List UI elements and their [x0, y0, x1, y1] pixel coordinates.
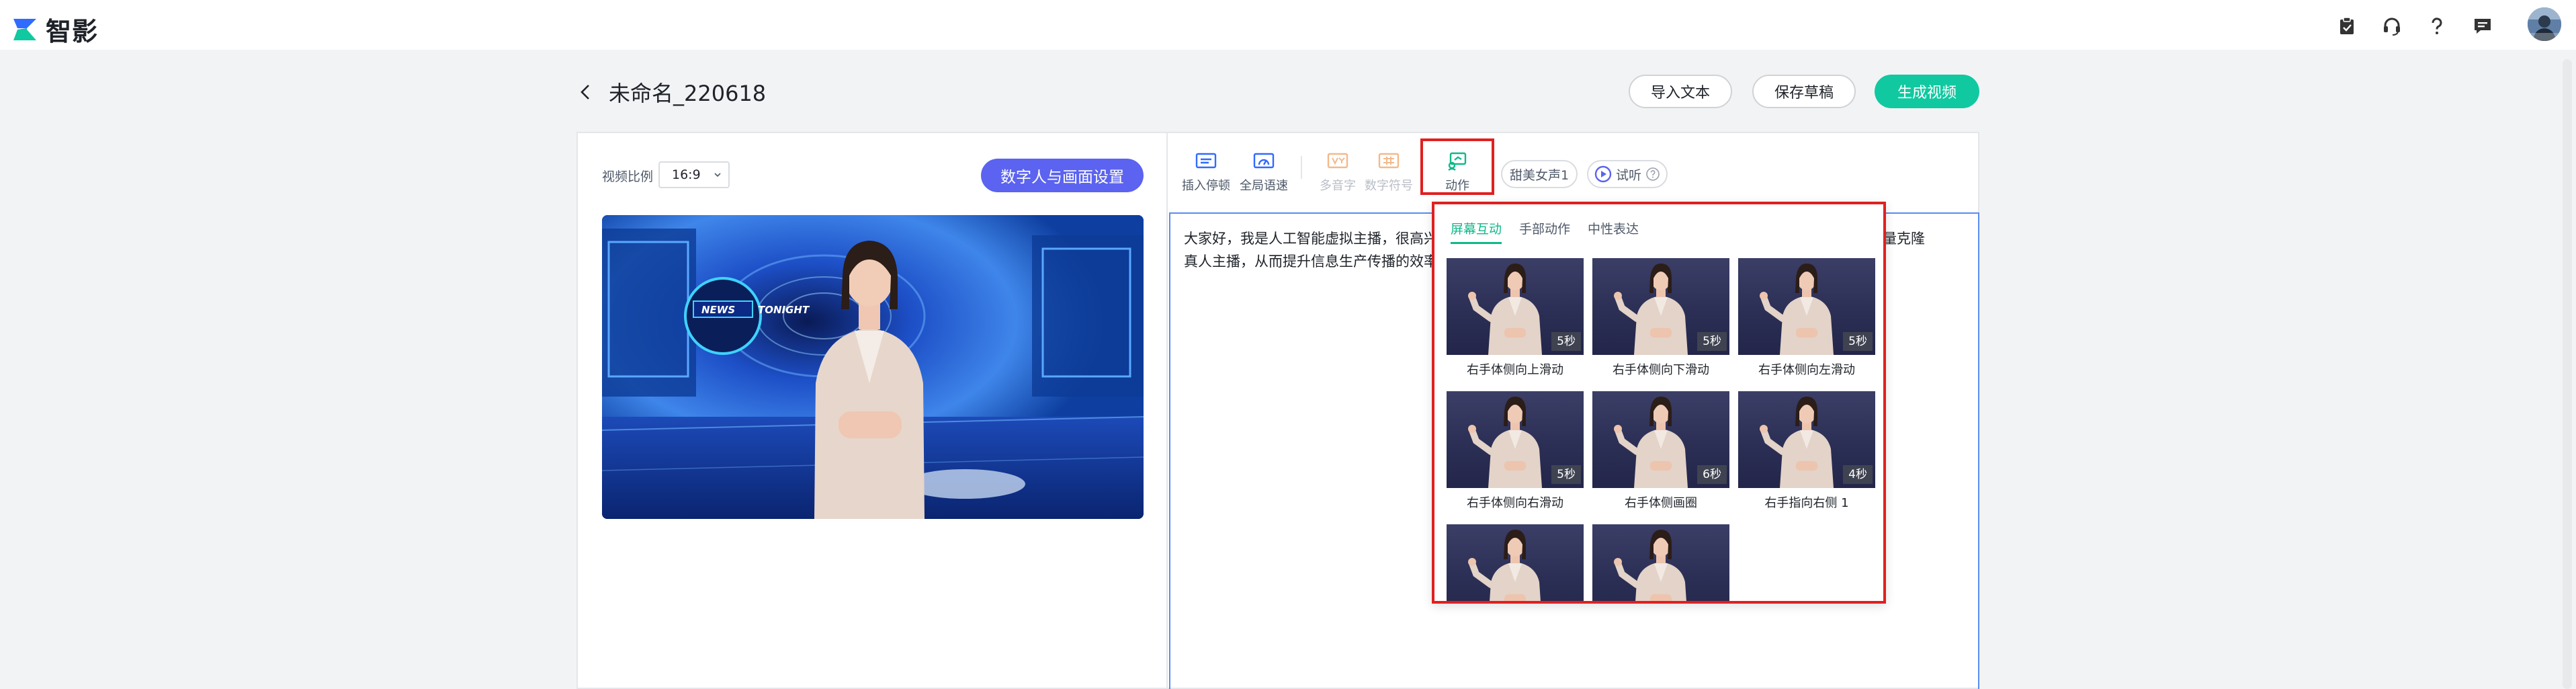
listen-button[interactable]: 试听: [1587, 160, 1668, 188]
tab-neutral-expression[interactable]: 中性表达: [1588, 219, 1639, 237]
action-label: 右手指向右侧 1: [1764, 496, 1849, 510]
number-symbol-tool[interactable]: 数字符号: [1359, 152, 1419, 194]
action-thumbnail: 6秒: [1592, 391, 1729, 488]
action-item[interactable]: 4秒右手指向右侧 1: [1738, 391, 1875, 511]
global-speed-label: 全局语速: [1240, 179, 1288, 193]
action-item[interactable]: [1447, 524, 1584, 601]
action-label: 右手体侧向左滑动: [1758, 363, 1855, 377]
tab-hand-actions[interactable]: 手部动作: [1519, 219, 1570, 237]
help-circle-icon[interactable]: [1645, 167, 1660, 181]
tab-screen-interaction[interactable]: 屏幕互动: [1451, 219, 1502, 237]
action-item[interactable]: 6秒 右手体侧画圈: [1592, 391, 1729, 511]
action-duration-badge: 6秒: [1697, 465, 1727, 484]
action-label: 右手体侧画圈: [1625, 496, 1697, 510]
insert-pause-icon: [1195, 153, 1217, 169]
preview-news-text: NEWS: [701, 304, 735, 316]
action-thumbnail: [1447, 524, 1584, 601]
page-scrollbar[interactable]: [2563, 59, 2572, 689]
action-item[interactable]: 5秒右手体侧向左滑动: [1738, 258, 1875, 378]
app-logo[interactable]: 智影: [11, 11, 98, 48]
polyphone-icon: [1327, 153, 1348, 169]
document-title[interactable]: 未命名_220618: [609, 77, 766, 108]
action-label: 右手体侧向下滑动: [1613, 363, 1709, 377]
app-name: 智影: [46, 17, 99, 46]
top-header: 智影: [0, 0, 2576, 50]
insert-pause-tool[interactable]: 插入停顿: [1176, 152, 1236, 194]
action-item[interactable]: [1592, 524, 1729, 601]
avatar-image: [2528, 7, 2561, 41]
video-preview[interactable]: NEWS TONIGHT: [602, 215, 1144, 519]
chevron-left-icon: [581, 85, 589, 99]
message-icon[interactable]: [2473, 16, 2493, 36]
number-symbol-icon: [1378, 153, 1400, 169]
action-duration-badge: 5秒: [1551, 465, 1581, 484]
headset-icon[interactable]: [2382, 16, 2402, 36]
script-line-1: 大家好，我是人工智能虚拟主播，很高兴: [1184, 231, 1438, 247]
news-studio-scene: NEWS TONIGHT: [602, 215, 1144, 519]
help-icon[interactable]: [2427, 16, 2447, 36]
listen-label: 试听: [1615, 167, 1641, 183]
voice-select[interactable]: 甜美女声1: [1501, 160, 1578, 188]
action-label: 右手体侧向上滑动: [1467, 363, 1563, 377]
action-picker-popup: 屏幕互动 手部动作 中性表达 5秒 右手体侧向上滑动 5秒 右手体侧向下滑动 5秒 右手体…: [1432, 202, 1886, 604]
action-label: 右手体侧向右滑动: [1467, 496, 1563, 510]
active-tab-indicator: [1451, 242, 1502, 244]
preview-pane: 视频比例 16:9 数字人与画面设置 NEWS TONIGHT: [578, 133, 1168, 689]
user-avatar[interactable]: [2528, 7, 2561, 41]
preview-tonight-text: TONIGHT: [758, 304, 810, 316]
generate-video-button[interactable]: 生成视频: [1875, 75, 1979, 108]
chevron-down-icon: [714, 173, 721, 177]
action-thumbnail: 5秒: [1738, 258, 1875, 355]
action-thumbnail: [1592, 524, 1729, 601]
import-text-button[interactable]: 导入文本: [1629, 75, 1732, 108]
action-duration-badge: 5秒: [1551, 332, 1581, 351]
clipboard-check-icon[interactable]: [2337, 16, 2357, 36]
global-speed-tool[interactable]: 全局语速: [1234, 152, 1294, 194]
ratio-value: 16:9: [672, 167, 701, 182]
zhiying-logo-icon: [13, 18, 36, 40]
action-duration-badge: 5秒: [1843, 332, 1873, 351]
back-button[interactable]: [576, 81, 594, 104]
number-symbol-label: 数字符号: [1365, 179, 1413, 193]
action-thumbnail: 4秒: [1738, 391, 1875, 488]
action-duration-badge: 5秒: [1697, 332, 1727, 351]
play-circle-icon: [1594, 165, 1612, 183]
action-duration-badge: 4秒: [1843, 465, 1873, 484]
polyphone-label: 多音字: [1320, 179, 1356, 193]
action-thumbnail: 5秒: [1447, 258, 1584, 355]
ratio-select[interactable]: 16:9: [658, 161, 730, 188]
ratio-label: 视频比例: [602, 169, 654, 184]
action-item[interactable]: 5秒右手体侧向上滑动: [1447, 258, 1584, 378]
action-tool-highlight: [1420, 138, 1494, 195]
insert-pause-label: 插入停顿: [1182, 179, 1230, 193]
action-item[interactable]: 5秒右手体侧向下滑动: [1592, 258, 1729, 378]
action-thumbnail: 5秒: [1592, 258, 1729, 355]
toolbar-divider: [1301, 156, 1302, 179]
save-draft-button[interactable]: 保存草稿: [1752, 75, 1856, 108]
speed-icon: [1253, 153, 1275, 169]
script-line-2: 真人主播，从而提升信息生产传播的效率: [1184, 253, 1438, 270]
action-thumbnail: 5秒: [1447, 391, 1584, 488]
script-toolbar: 插入停顿 全局语速 多音字 数字符号 动作 甜美女声1 试听: [1169, 133, 1979, 212]
action-item[interactable]: 5秒右手体侧向右滑动: [1447, 391, 1584, 511]
avatar-and-scene-settings-button[interactable]: 数字人与画面设置: [981, 159, 1144, 192]
